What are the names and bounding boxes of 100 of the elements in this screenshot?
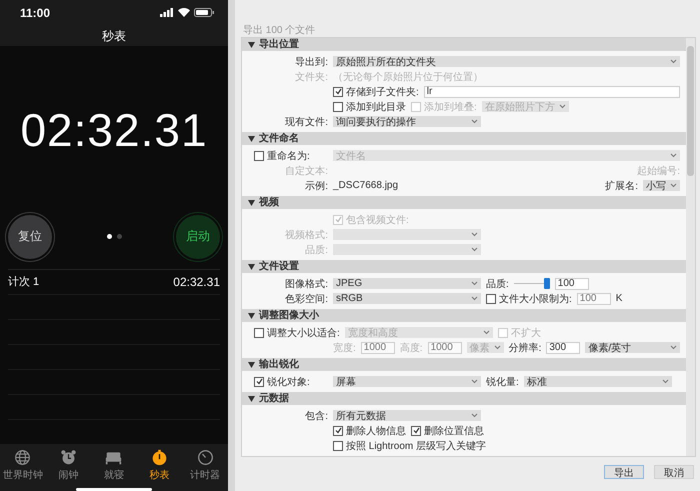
dropdown[interactable]: 标准 (524, 376, 672, 387)
form-label: 自定文本: (285, 164, 328, 178)
checkbox[interactable]: 调整大小以适合: (254, 326, 340, 340)
signal-icon (160, 8, 174, 17)
section-header[interactable]: 文件命名 (242, 132, 686, 145)
section-header[interactable]: 文件设置 (242, 260, 686, 273)
dropdown[interactable]: JPEG (333, 278, 481, 289)
dropdown[interactable]: 像素/英寸 (585, 342, 680, 353)
section-title: 导出位置 (259, 38, 299, 51)
triangle-icon (248, 264, 255, 270)
input-field[interactable]: lr (424, 86, 680, 98)
checkmark-icon (412, 427, 420, 434)
chevron-icon (471, 232, 478, 237)
elapsed-time: 02:32.31 (20, 102, 208, 157)
chevron-icon (670, 345, 677, 350)
tab[interactable]: 计时器 (182, 448, 228, 482)
checkbox[interactable]: 存储到子文件夹: (333, 84, 419, 98)
checkbox[interactable]: 删除位置信息 (411, 424, 484, 438)
checkbox[interactable]: 文件大小限制为: (486, 292, 572, 306)
value-text: _DSC7668.jpg (333, 180, 398, 191)
checkbox[interactable]: 删除人物信息 (333, 424, 406, 438)
form-label: 起始编号: (637, 164, 680, 178)
form-label: 图像格式: (285, 278, 328, 290)
dialog-button[interactable]: 导出 (604, 465, 644, 479)
triangle-icon (248, 396, 255, 402)
triangle-icon (248, 312, 255, 318)
triangle-icon (248, 200, 255, 206)
section-title: 调整图像大小 (259, 309, 319, 322)
dropdown[interactable]: 小写 (643, 180, 680, 191)
input-field[interactable]: 100 (554, 278, 589, 290)
scrollbar[interactable] (686, 38, 695, 456)
tab[interactable]: 闹钟 (46, 448, 92, 482)
slider-track[interactable] (514, 278, 550, 289)
reset-button[interactable]: 复位 (8, 214, 52, 259)
checkbox[interactable]: 重命名为: (254, 148, 310, 162)
section-header[interactable]: 输出锐化 (242, 358, 686, 371)
slider-thumb[interactable] (544, 278, 550, 289)
page-dot[interactable] (106, 234, 112, 240)
section-title: 视频 (259, 196, 279, 209)
tab[interactable]: 世界时钟 (0, 448, 46, 482)
section-title: 输出锐化 (259, 358, 299, 371)
checkmark-icon (334, 88, 342, 95)
lap-time: 02:32.31 (173, 274, 220, 289)
stopwatch-icon (152, 449, 166, 465)
dropdown[interactable]: sRGB (333, 293, 481, 304)
dropdown[interactable]: 屏幕 (333, 376, 481, 387)
chevron-icon (670, 183, 677, 188)
chevron-icon (471, 413, 478, 418)
section-header[interactable]: 调整图像大小 (242, 309, 686, 322)
value-text: K (616, 293, 622, 304)
form-label: 色彩空间: (285, 292, 328, 306)
value-text: （无论每个原始照片位于何位置） (333, 70, 483, 84)
form-label: 现有文件: (285, 116, 328, 128)
section-header[interactable]: 视频 (242, 196, 686, 209)
alarm-clock-icon (61, 450, 76, 464)
checkbox[interactable]: 按照 Lightroom 层级写入关键字 (333, 438, 486, 452)
status-time: 11:00 (20, 6, 50, 20)
form-label: 高度: (400, 342, 423, 354)
section-title: 文件命名 (259, 132, 299, 145)
bed-icon (106, 452, 122, 464)
globe-icon (15, 450, 30, 464)
chevron-icon (471, 281, 478, 286)
section-title: 元数据 (259, 392, 289, 405)
dialog-button[interactable]: 取消 (654, 465, 694, 479)
form-label: 视频格式: (285, 228, 328, 242)
tab[interactable]: 就寝 (91, 448, 137, 482)
dropdown[interactable]: 询问要执行的操作 (333, 116, 481, 127)
checkbox[interactable]: 锐化对象: (254, 374, 310, 388)
form-label: 分辨率: (508, 342, 542, 354)
section-title: 文件设置 (259, 260, 299, 273)
chevron-icon (471, 119, 478, 124)
chevron-icon (482, 330, 490, 335)
form-label: 宽度: (333, 342, 356, 354)
checkmark-icon (256, 378, 262, 385)
form-label: 品质: (486, 278, 509, 290)
lap-label: 计次 1 (8, 275, 40, 290)
screen-title: 秒表 (102, 28, 126, 45)
form-label: 示例: (305, 180, 328, 192)
triangle-icon (248, 362, 255, 368)
battery-icon (194, 8, 214, 17)
chevron-icon (662, 379, 669, 384)
dropdown[interactable]: 所有元数据 (333, 410, 481, 421)
chevron-icon (471, 379, 478, 384)
form-label: 文件夹: (295, 70, 328, 84)
form-label: 包含: (305, 410, 328, 422)
start-button[interactable]: 启动 (176, 214, 220, 259)
checkmark-icon (334, 216, 342, 223)
chevron-icon (670, 153, 677, 158)
tab[interactable]: 秒表 (136, 448, 182, 482)
dropdown[interactable]: 原始照片所在的文件夹 (333, 56, 680, 67)
chevron-icon (670, 59, 677, 64)
wifi-icon (178, 8, 190, 17)
page-dot[interactable] (116, 234, 122, 240)
input-field[interactable]: 300 (546, 342, 580, 354)
section-header[interactable]: 导出位置 (242, 38, 686, 51)
form-label: 扩展名: (605, 180, 638, 192)
section-header[interactable]: 元数据 (242, 392, 686, 405)
form-label: 导出到: (295, 56, 328, 68)
checkbox[interactable]: 添加到此目录 (333, 100, 406, 114)
form-label: 品质: (305, 244, 328, 256)
